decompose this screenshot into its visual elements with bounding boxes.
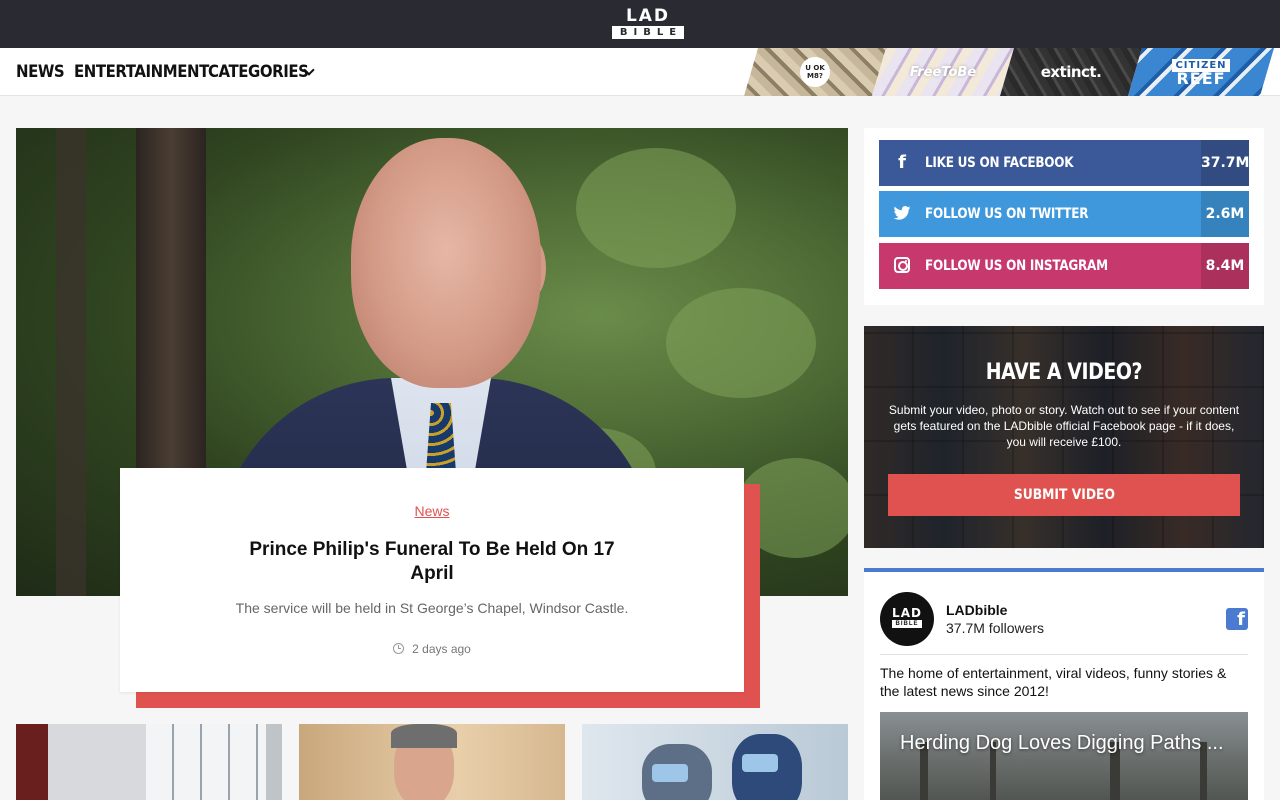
logo-bottom-text: BIBLE [612, 26, 684, 39]
promo-description: Submit your video, photo or story. Watch… [888, 403, 1240, 449]
clock-icon [393, 643, 405, 654]
promo-title: HAVE A VIDEO? [864, 360, 1264, 385]
video-title: Herding Dog Loves Digging Paths ... [900, 732, 1224, 754]
follower-count: 37.7M followers [946, 620, 1045, 636]
avatar-top-text: LAD [892, 606, 922, 620]
article-thumbnail-1[interactable] [16, 724, 282, 800]
submit-video-button[interactable]: SUBMIT VIDEO [888, 474, 1240, 516]
promo-title-text: HAVE A VIDEO? [985, 360, 1143, 385]
submit-video-label: SUBMIT VIDEO [1013, 487, 1115, 503]
twitter-follow-label: FOLLOW US ON TWITTER [925, 206, 1089, 222]
campaign-uok-m8[interactable]: U OK M8? [744, 48, 886, 96]
page-about: The home of entertainment, viral videos,… [880, 665, 1227, 699]
top-bar: LAD BIBLE [0, 0, 1280, 48]
twitter-count: 2.6M [1201, 191, 1249, 237]
article-title[interactable]: Prince Philip's Funeral To Be Held On 17… [232, 538, 632, 586]
campaign-freetobe-label: FreeToBe [909, 64, 977, 80]
instagram-follow-button[interactable]: FOLLOW US ON INSTAGRAM 8.4M [879, 243, 1249, 289]
campaign-extinct[interactable]: extinct. [1000, 48, 1142, 96]
hero-article-card[interactable]: News Prince Philip's Funeral To Be Held … [120, 468, 744, 692]
facebook-like-button[interactable]: f LIKE US ON FACEBOOK 37.7M [879, 140, 1249, 186]
nav-item-news[interactable]: NEWS [16, 62, 65, 82]
avatar-bottom-text: BIBLE [892, 620, 922, 628]
facebook-like-label: LIKE US ON FACEBOOK [925, 155, 1074, 171]
campaign-citizen-reef[interactable]: CITIZEN REEF [1128, 48, 1274, 96]
twitter-follow-button[interactable]: FOLLOW US ON TWITTER 2.6M [879, 191, 1249, 237]
avatar[interactable]: LAD BIBLE [880, 592, 934, 646]
campaign-reef-label: CITIZEN REEF [1172, 59, 1229, 85]
nav-item-categories[interactable]: CATEGORIES [208, 62, 309, 82]
campaign-freetobe[interactable]: FreeToBe [872, 48, 1014, 96]
social-follow-box: f LIKE US ON FACEBOOK 37.7M FOLLOW US ON… [864, 128, 1264, 305]
article-category-link[interactable]: News [120, 503, 744, 519]
facebook-page-widget: LAD BIBLE LADbible 37.7M followers f The… [864, 568, 1264, 800]
campaign-extinct-label: extinct. [1040, 63, 1102, 81]
submit-video-promo: HAVE A VIDEO? Submit your video, photo o… [864, 326, 1264, 548]
facebook-icon: f [898, 152, 906, 173]
twitter-icon [893, 206, 911, 220]
uok-badge: U OK M8? [800, 57, 830, 87]
article-thumbnail-3[interactable] [582, 724, 848, 800]
article-timestamp: 2 days ago [120, 642, 744, 656]
video-preview[interactable]: Herding Dog Loves Digging Paths ... [880, 712, 1248, 800]
article-time-text: 2 days ago [412, 642, 471, 656]
instagram-count: 8.4M [1201, 243, 1249, 289]
instagram-icon [894, 257, 910, 273]
page-name[interactable]: LADbible [946, 602, 1007, 618]
logo-top-text: LAD [625, 6, 671, 26]
article-thumbnail-2[interactable] [299, 724, 565, 800]
reef-bottom-text: REEF [1176, 69, 1226, 88]
ladbible-logo[interactable]: LAD BIBLE [612, 8, 684, 40]
article-description: The service will be held in St George’s … [235, 600, 629, 616]
nav-item-entertainment[interactable]: ENTERTAINMENT [74, 62, 209, 82]
facebook-count: 37.7M [1201, 140, 1249, 186]
facebook-icon[interactable]: f [1226, 608, 1248, 630]
instagram-follow-label: FOLLOW US ON INSTAGRAM [925, 258, 1108, 274]
divider [880, 654, 1248, 655]
campaign-strip: U OK M8? FreeToBe extinct. CITIZEN REEF [744, 48, 1274, 96]
